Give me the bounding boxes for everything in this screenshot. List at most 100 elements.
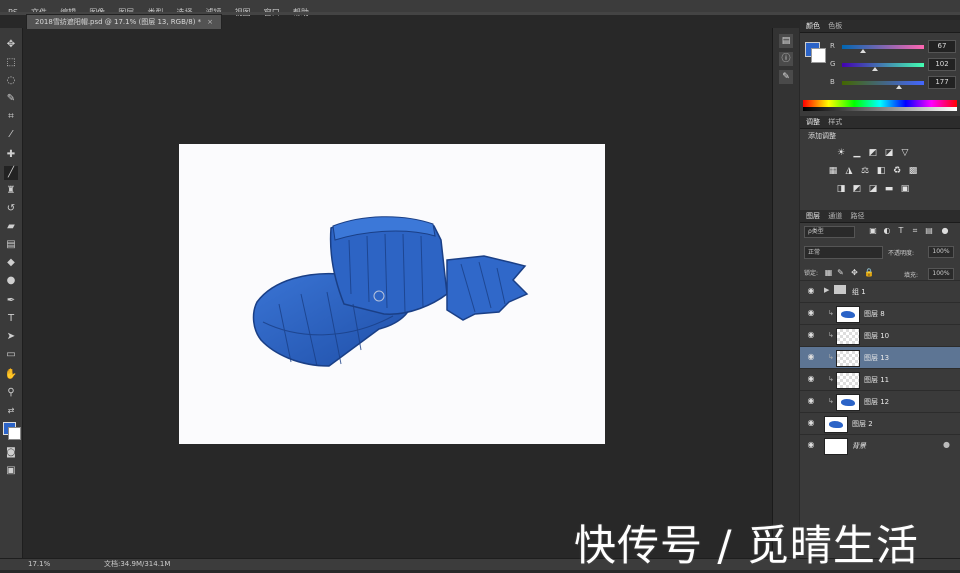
- eye-icon[interactable]: ◉: [806, 352, 816, 362]
- eye-icon[interactable]: ◉: [806, 308, 816, 318]
- lock-all-icon[interactable]: 🔒: [864, 268, 874, 277]
- eye-icon[interactable]: ◉: [806, 374, 816, 384]
- brush-tool-icon[interactable]: ╱: [4, 166, 18, 180]
- tab-styles[interactable]: 样式: [828, 118, 842, 126]
- layer-8[interactable]: ◉ ↳ 图层 8: [800, 302, 960, 324]
- red-track[interactable]: [842, 45, 924, 49]
- eye-icon[interactable]: ◉: [806, 440, 816, 450]
- tab-layers[interactable]: 图层: [806, 212, 820, 220]
- layer-10[interactable]: ◉ ↳ 图层 10: [800, 324, 960, 346]
- invert-icon[interactable]: ◨: [836, 184, 846, 194]
- red-knob[interactable]: [860, 49, 867, 53]
- path-select-tool-icon[interactable]: ➤: [4, 330, 18, 344]
- posterize-icon[interactable]: ◩: [852, 184, 862, 194]
- properties-panel-icon[interactable]: ⓘ: [779, 52, 793, 66]
- gradient-map-icon[interactable]: ▬: [884, 184, 894, 194]
- red-value[interactable]: 67: [928, 40, 956, 53]
- eye-icon[interactable]: ◉: [806, 396, 816, 406]
- bw-icon[interactable]: ◧: [876, 166, 886, 176]
- filter-pixel-icon[interactable]: ▣: [868, 226, 878, 236]
- type-tool-icon[interactable]: T: [4, 312, 18, 326]
- filter-shape-icon[interactable]: ⌗: [910, 226, 920, 236]
- document-canvas[interactable]: [179, 144, 605, 444]
- quick-select-tool-icon[interactable]: ✎: [4, 92, 18, 106]
- filter-type-icon[interactable]: T: [896, 226, 906, 236]
- eye-icon[interactable]: ◉: [806, 330, 816, 340]
- move-tool-icon[interactable]: ✥: [4, 38, 18, 52]
- swap-colors-icon[interactable]: ⇄: [4, 404, 18, 418]
- curves-icon[interactable]: ◩: [868, 148, 878, 158]
- tab-swatches[interactable]: 色板: [828, 22, 842, 30]
- lock-transparent-icon[interactable]: ▦: [824, 268, 833, 277]
- crop-tool-icon[interactable]: ⌗: [4, 110, 18, 124]
- blur-tool-icon[interactable]: ◆: [4, 256, 18, 270]
- marquee-tool-icon[interactable]: ⬚: [4, 56, 18, 70]
- pen-tool-icon[interactable]: ✒: [4, 294, 18, 308]
- blue-knob[interactable]: [895, 85, 902, 89]
- layer-11[interactable]: ◉ ↳ 图层 11: [800, 368, 960, 390]
- filter-toggle-icon[interactable]: ●: [940, 226, 950, 236]
- threshold-icon[interactable]: ◪: [868, 184, 878, 194]
- layer-group-1[interactable]: ◉ ▶ 组 1: [800, 280, 960, 302]
- green-value[interactable]: 102: [928, 58, 956, 71]
- history-panel-icon[interactable]: ▤: [779, 34, 793, 48]
- gradient-tool-icon[interactable]: ▤: [4, 238, 18, 252]
- layer-13[interactable]: ◉ ↳ 图层 13: [800, 346, 960, 368]
- blue-slider[interactable]: B 177: [830, 76, 958, 90]
- layer-12[interactable]: ◉ ↳ 图层 12: [800, 390, 960, 412]
- vibrance-icon[interactable]: ▦: [828, 166, 838, 176]
- screen-mode-icon[interactable]: ▣: [4, 464, 18, 478]
- hand-tool-icon[interactable]: ✋: [4, 368, 18, 382]
- dodge-tool-icon[interactable]: ●: [4, 274, 18, 288]
- tab-adjustments[interactable]: 调整: [806, 118, 820, 126]
- layer-background[interactable]: ◉ 背景 ●: [800, 434, 960, 456]
- eyedropper-tool-icon[interactable]: ⁄: [4, 128, 18, 142]
- lock-position-icon[interactable]: ✥: [850, 268, 859, 277]
- green-knob[interactable]: [871, 67, 878, 71]
- channel-mixer-icon[interactable]: ▩: [908, 166, 918, 176]
- layer-2[interactable]: ◉ 图层 2: [800, 412, 960, 434]
- brush-panel-icon[interactable]: ✎: [779, 70, 793, 84]
- zoom-level[interactable]: 17.1%: [28, 559, 50, 570]
- layer-filter-select[interactable]: ρ类型: [804, 226, 855, 238]
- filter-adjust-icon[interactable]: ◐: [882, 226, 892, 236]
- panel-background-swatch[interactable]: [811, 48, 826, 63]
- blend-mode-select[interactable]: 正常: [804, 246, 883, 259]
- levels-icon[interactable]: ▁: [852, 148, 862, 158]
- lock-pixels-icon[interactable]: ✎: [836, 268, 845, 277]
- clip-arrow-icon: ↳: [828, 309, 834, 317]
- quick-mask-icon[interactable]: ◙: [4, 446, 18, 460]
- tab-channels[interactable]: 通道: [828, 212, 842, 220]
- tab-color[interactable]: 颜色: [806, 22, 820, 30]
- exposure-icon[interactable]: ◪: [884, 148, 894, 158]
- photo-filter-icon[interactable]: ♻: [892, 166, 902, 176]
- blue-value[interactable]: 177: [928, 76, 956, 89]
- document-tab[interactable]: 2018雪纺遮阳帽.psd @ 17.1% (图层 13, RGB/8) * ×: [26, 14, 223, 29]
- green-track[interactable]: [842, 63, 924, 67]
- fill-field[interactable]: 100%: [928, 268, 954, 280]
- background-color-swatch[interactable]: [8, 427, 21, 440]
- opacity-field[interactable]: 100%: [928, 246, 954, 258]
- eraser-tool-icon[interactable]: ▰: [4, 220, 18, 234]
- eye-icon[interactable]: ◉: [806, 418, 816, 428]
- lasso-tool-icon[interactable]: ◌: [4, 74, 18, 88]
- red-slider[interactable]: R 67: [830, 40, 958, 54]
- brightness-icon[interactable]: ☀: [836, 148, 846, 158]
- clone-stamp-tool-icon[interactable]: ♜: [4, 184, 18, 198]
- hue-saturation-icon[interactable]: ◮: [844, 166, 854, 176]
- filter-smart-icon[interactable]: ▤: [924, 226, 934, 236]
- zoom-tool-icon[interactable]: ⚲: [4, 386, 18, 400]
- blue-track[interactable]: [842, 81, 924, 85]
- color-balance-icon[interactable]: ⚖: [860, 166, 870, 176]
- healing-brush-tool-icon[interactable]: ✚: [4, 148, 18, 162]
- shape-tool-icon[interactable]: ▭: [4, 348, 18, 362]
- history-brush-tool-icon[interactable]: ↺: [4, 202, 18, 216]
- color-spectrum-bar[interactable]: [803, 100, 957, 111]
- green-slider[interactable]: G 102: [830, 58, 958, 72]
- triangle-icon[interactable]: ▽: [900, 148, 910, 158]
- close-icon[interactable]: ×: [207, 18, 213, 26]
- tab-paths[interactable]: 路径: [850, 212, 864, 220]
- expand-arrow-icon[interactable]: ▶: [824, 286, 829, 294]
- selective-color-icon[interactable]: ▣: [900, 184, 910, 194]
- eye-icon[interactable]: ◉: [806, 286, 816, 296]
